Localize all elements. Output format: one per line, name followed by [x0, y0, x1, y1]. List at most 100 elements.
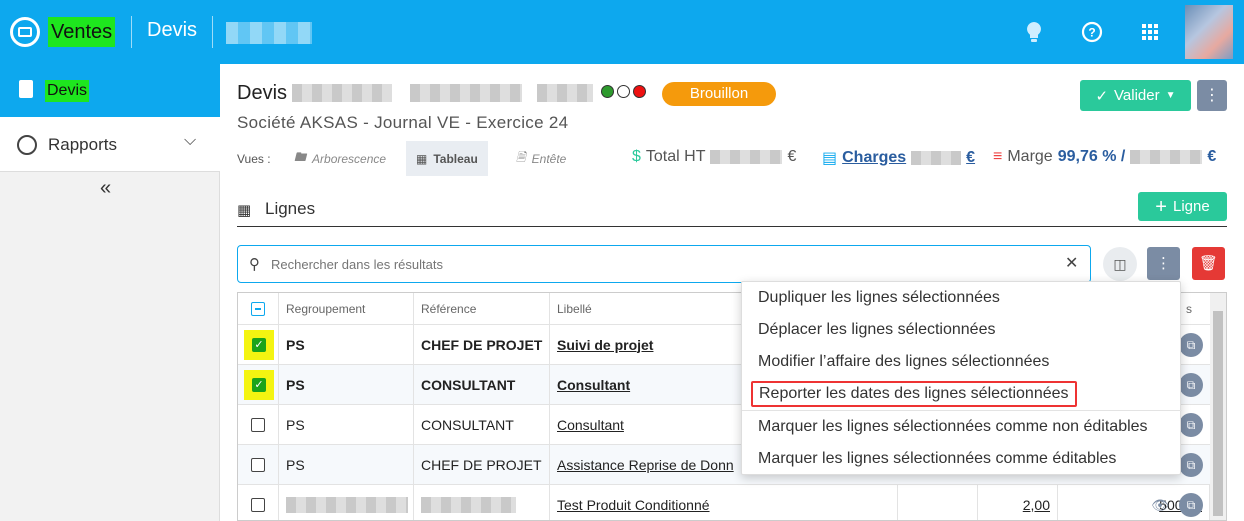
sidebar-item-label: Rapports [48, 135, 117, 154]
search-input[interactable] [271, 254, 1051, 274]
lightbulb-icon[interactable] [1022, 20, 1046, 44]
table-scrollbar[interactable] [1210, 293, 1226, 520]
table-icon: ▦ [416, 151, 428, 166]
chevron-down-icon: ⌵ [184, 132, 197, 149]
search-icon: ⚲ [249, 256, 260, 273]
column-header[interactable]: Référence [414, 293, 550, 324]
status-dot-red [633, 85, 646, 98]
lines-section-header: ▦ Lignes [237, 196, 1227, 227]
delete-lines-button[interactable]: 🗑 [1192, 247, 1225, 280]
reference-cell: CHEF DE PROJET [414, 325, 550, 364]
chart-bar-icon: ▤ [822, 150, 838, 167]
group-cell: PS [279, 325, 414, 364]
marge-stat: ≡ Marge 99,76 % / € [993, 148, 1216, 166]
select-all-checkbox[interactable] [238, 293, 279, 324]
caret-down-icon: ▼ [1165, 90, 1176, 101]
menu-item-change-affaire[interactable]: Modifier l’affaire des lignes sélectionn… [758, 351, 1049, 373]
menu-item-mark-non-editable[interactable]: Marquer les lignes sélectionnées comme n… [758, 416, 1148, 438]
bulk-actions-button[interactable]: ⋮ [1147, 247, 1180, 280]
row-checkbox[interactable] [238, 405, 279, 444]
row-checkbox[interactable] [238, 445, 279, 484]
avatar[interactable] [1185, 5, 1233, 59]
status-dot-green [601, 85, 614, 98]
currency: € [787, 148, 797, 165]
view-label: Entête [531, 151, 567, 166]
help-icon[interactable]: ? [1080, 20, 1104, 44]
group-cell: PS [279, 445, 414, 484]
redacted-reference [421, 496, 516, 513]
svg-text:?: ? [1088, 26, 1095, 40]
menu-item-mark-editable[interactable]: Marquer les lignes sélectionnées comme é… [758, 448, 1116, 470]
divider [131, 16, 132, 48]
menu-item-postpone-dates[interactable]: Reporter les dates des lignes sélectionn… [751, 381, 1077, 407]
add-line-button[interactable]: + Ligne [1138, 192, 1227, 221]
columns-icon: ◫ [1113, 256, 1127, 272]
page-title: Devis [237, 82, 288, 104]
folder-icon: 🖿 [294, 150, 307, 164]
empty-cell [898, 485, 978, 520]
search-box: ⚲ ✕ [237, 245, 1091, 283]
chart-icon [17, 135, 37, 155]
duplicate-icon[interactable]: ⧉ [1179, 333, 1203, 357]
sidebar-item-rapports[interactable]: Rapports ⌵ [0, 117, 220, 172]
view-arborescence[interactable]: 🖿 Arborescence [284, 141, 396, 176]
table-row[interactable]: Test Produit Conditionné 2,00 500,00 👁 ⧉ [238, 485, 1226, 520]
currency: € [966, 149, 976, 166]
marge-value: 99,76 % / [1057, 148, 1126, 165]
marge-label: Marge [1007, 148, 1053, 165]
quantity-cell[interactable]: 2,00 [978, 485, 1058, 520]
redacted-charges [911, 151, 962, 165]
document-icon [19, 80, 33, 98]
column-header[interactable]: Regroupement [279, 293, 414, 324]
duplicate-icon[interactable]: ⧉ [1179, 493, 1203, 517]
plus-icon: + [1155, 195, 1167, 218]
charges-stat[interactable]: ▤ Charges € [822, 148, 975, 168]
divider [212, 16, 213, 48]
document-subtitle: Société AKSAS - Journal VE - Exercice 24 [237, 113, 569, 132]
app-logo-icon[interactable] [10, 17, 40, 47]
collapse-sidebar-button[interactable]: « [100, 177, 111, 200]
total-ht-stat: $ Total HT € [632, 148, 796, 166]
group-cell: PS [279, 365, 414, 404]
eye-icon[interactable]: 👁 [1149, 494, 1171, 516]
reference-cell [414, 485, 550, 520]
app-name[interactable]: Ventes [48, 17, 116, 47]
money-icon: $ [632, 148, 641, 165]
view-tableau[interactable]: ▦ Tableau [406, 141, 488, 176]
duplicate-icon[interactable]: ⧉ [1179, 453, 1203, 477]
views-label: Vues : [237, 152, 271, 166]
sidebar-item-label: Devis [45, 80, 90, 102]
menu-item-duplicate[interactable]: Dupliquer les lignes sélectionnées [758, 287, 1000, 309]
redacted-total [710, 150, 783, 164]
kebab-icon: ⋮ [1204, 87, 1220, 104]
group-cell: PS [279, 405, 414, 444]
module-name[interactable]: Devis [147, 19, 197, 42]
row-checkbox[interactable]: ✓ [238, 325, 279, 364]
reference-cell: CHEF DE PROJET [414, 445, 550, 484]
bulk-actions-menu: Dupliquer les lignes sélectionnées Dépla… [741, 281, 1182, 475]
validate-button[interactable]: ✓ Valider ▼ [1080, 80, 1191, 111]
top-bar: Ventes Devis ? [0, 0, 1244, 64]
sidebar-item-devis[interactable]: Devis [0, 64, 220, 117]
column-header[interactable]: s [1179, 293, 1209, 324]
more-options-button[interactable]: ⋮ [1197, 80, 1227, 111]
reference-cell: CONSULTANT [414, 365, 550, 404]
duplicate-icon[interactable]: ⧉ [1179, 373, 1203, 397]
view-label: Arborescence [312, 151, 387, 166]
view-entete[interactable]: 🗎 Entête [506, 141, 576, 176]
charges-label: Charges [842, 149, 907, 166]
status-dot-white [617, 85, 630, 98]
clear-icon[interactable]: ✕ [1065, 253, 1078, 273]
reference-cell: CONSULTANT [414, 405, 550, 444]
apps-grid-icon[interactable] [1138, 20, 1162, 44]
row-checkbox[interactable]: ✓ [238, 365, 279, 404]
add-line-label: Ligne [1172, 198, 1210, 215]
menu-divider [742, 410, 1182, 411]
menu-item-move[interactable]: Déplacer les lignes sélectionnées [758, 319, 995, 341]
row-checkbox[interactable] [238, 485, 279, 520]
trash-icon: 🗑 [1198, 255, 1219, 272]
label-link[interactable]: Test Produit Conditionné [550, 485, 898, 520]
columns-toggle-button[interactable]: ◫ [1103, 247, 1137, 281]
kebab-icon: ⋮ [1156, 255, 1171, 272]
duplicate-icon[interactable]: ⧉ [1179, 413, 1203, 437]
